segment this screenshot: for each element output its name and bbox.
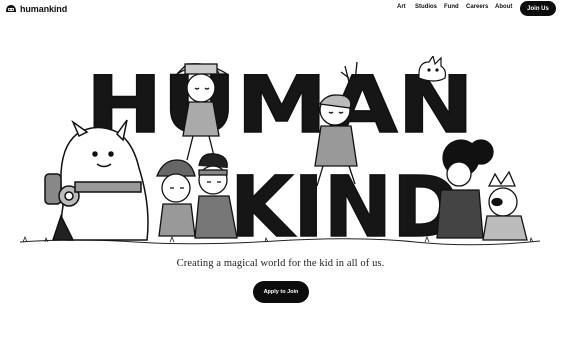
top-nav: humankind Art Studios Fund Careers About… [0, 0, 561, 18]
brand-logo-icon [6, 5, 16, 12]
apply-to-join-button[interactable]: Apply to Join [253, 281, 309, 303]
hero-illustration: HUMAN KIND [15, 56, 545, 246]
nav-link-about[interactable]: About [495, 4, 512, 10]
brand-name: humankind [20, 4, 68, 14]
nav-link-studios[interactable]: Studios [415, 4, 437, 10]
hero-tagline: Creating a magical world for the kid in … [176, 258, 385, 269]
join-us-button[interactable]: Join Us [520, 1, 556, 16]
character-helmet-kid [156, 159, 196, 237]
hero-art: HUMAN KIND [19, 56, 541, 246]
hero-wordmark-line2: KIND [230, 158, 460, 246]
brand-logo[interactable]: humankind [5, 3, 67, 15]
nav-link-art[interactable]: Art [397, 4, 406, 10]
hero-wordmark-line1: HUMAN [86, 61, 474, 151]
nav-link-careers[interactable]: Careers [466, 4, 488, 10]
character-cat [418, 56, 447, 82]
character-eyepatch-kid [482, 170, 528, 241]
nav-link-fund[interactable]: Fund [444, 4, 459, 10]
next-section-peek [0, 344, 561, 350]
